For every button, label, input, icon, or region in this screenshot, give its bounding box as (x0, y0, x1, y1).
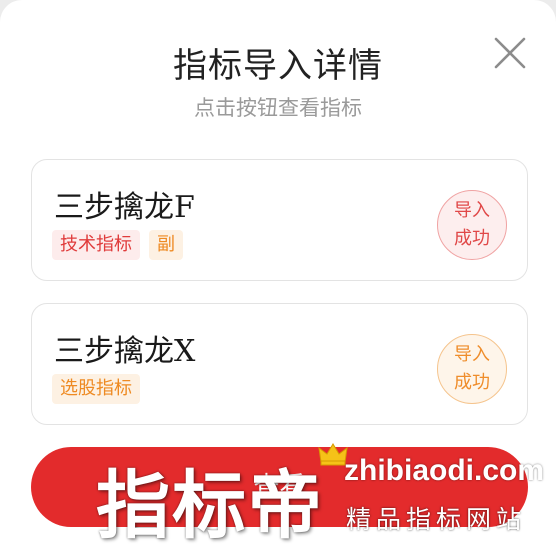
indicator-tags: 技术指标 副 (52, 230, 183, 260)
category-tag: 技术指标 (52, 230, 140, 260)
indicator-name: 三步擒龙X (54, 334, 196, 369)
close-button[interactable] (490, 33, 530, 73)
status-line: 导入 (454, 200, 490, 221)
indicator-card[interactable]: 三步擒龙F 技术指标 副 导入 成功 (31, 159, 528, 281)
status-line: 成功 (454, 228, 490, 249)
category-tag: 选股指标 (52, 374, 140, 404)
import-details-dialog: 指标导入详情 点击按钮查看指标 三步擒龙F 技术指标 副 导入 成功 三步擒龙X… (0, 0, 556, 558)
close-icon (494, 37, 526, 69)
dialog-title: 指标导入详情 (173, 46, 383, 86)
import-status-stamp: 导入 成功 (437, 334, 507, 404)
status-line: 导入 (454, 344, 490, 365)
indicator-tags: 选股指标 (52, 374, 140, 404)
indicator-card[interactable]: 三步擒龙X 选股指标 导入 成功 (31, 303, 528, 425)
indicator-name: 三步擒龙F (54, 190, 195, 225)
status-line: 成功 (454, 372, 490, 393)
import-status-stamp: 导入 成功 (437, 190, 507, 260)
subtype-tag: 副 (149, 230, 183, 260)
dialog-subtitle: 点击按钮查看指标 (194, 96, 362, 120)
view-indicators-button[interactable]: 查看 (31, 447, 528, 527)
